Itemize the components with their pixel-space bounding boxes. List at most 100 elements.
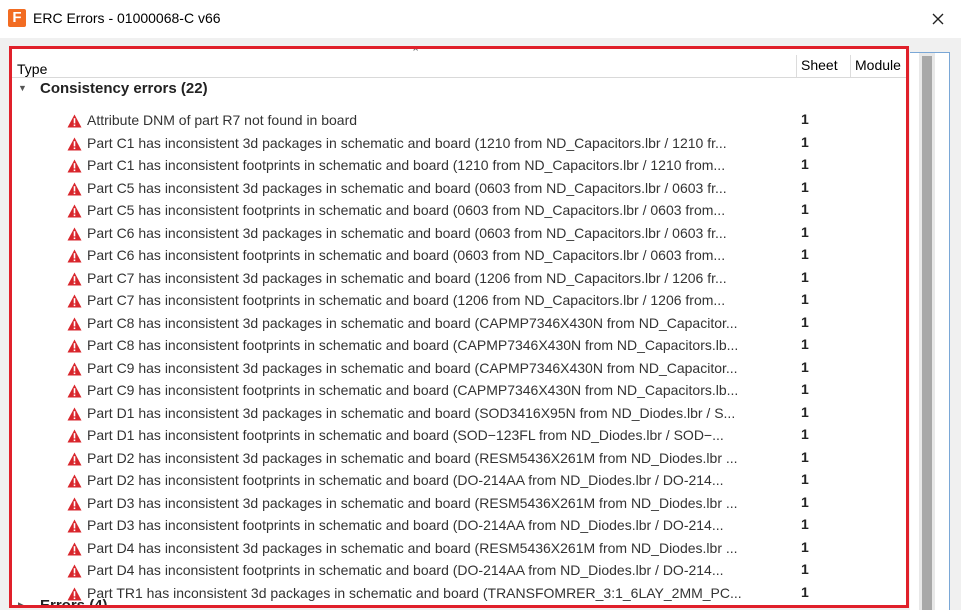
warning-triangle-icon bbox=[67, 519, 82, 533]
error-row[interactable]: Part C8 has inconsistent footprints in s… bbox=[12, 336, 906, 359]
warning-triangle-icon bbox=[67, 564, 82, 578]
error-sheet: 1 bbox=[801, 516, 809, 532]
group-errors[interactable]: ▶ Errors (4) bbox=[12, 596, 906, 608]
close-icon bbox=[932, 13, 944, 25]
title-bar: F ERC Errors - 01000068-C v66 bbox=[0, 0, 961, 38]
error-sheet: 1 bbox=[801, 268, 809, 285]
error-row[interactable]: Part D2 has inconsistent 3d packages in … bbox=[12, 449, 906, 472]
error-message: Part D1 has inconsistent 3d packages in … bbox=[87, 404, 736, 421]
sort-caret-icon: ⌃ bbox=[411, 47, 421, 59]
error-row[interactable]: Part D1 has inconsistent footprints in s… bbox=[12, 426, 906, 449]
warning-triangle-icon bbox=[67, 227, 82, 240]
error-message: Part C5 has inconsistent 3d packages in … bbox=[87, 179, 727, 196]
error-row[interactable]: Part C7 has inconsistent footprints in s… bbox=[12, 291, 906, 314]
error-message: Part C8 has inconsistent 3d packages in … bbox=[87, 314, 738, 331]
warning-triangle-icon bbox=[67, 114, 82, 128]
error-message: Part D2 has inconsistent footprints in s… bbox=[87, 472, 724, 488]
error-row[interactable]: Part C6 has inconsistent 3d packages in … bbox=[12, 224, 906, 247]
error-sheet: 1 bbox=[801, 426, 809, 442]
error-message: Part C6 has inconsistent footprints in s… bbox=[87, 247, 726, 263]
error-row[interactable]: Part D3 has inconsistent 3d packages in … bbox=[12, 494, 906, 517]
error-message: Part D2 has inconsistent 3d packages in … bbox=[87, 449, 738, 466]
error-message: Part C9 has inconsistent footprints in s… bbox=[87, 382, 739, 398]
error-row[interactable]: Part D1 has inconsistent 3d packages in … bbox=[12, 404, 906, 427]
tree-header: ⌃ Type Sheet Module bbox=[12, 49, 906, 78]
warning-triangle-icon bbox=[67, 452, 82, 465]
error-sheet: 1 bbox=[801, 246, 809, 262]
warning-triangle-icon bbox=[67, 407, 82, 420]
error-message: Part D1 has inconsistent footprints in s… bbox=[87, 427, 724, 443]
warning-triangle-icon bbox=[67, 272, 82, 285]
column-divider[interactable] bbox=[796, 55, 797, 77]
warning-triangle-icon bbox=[67, 497, 82, 510]
warning-triangle-icon bbox=[67, 204, 82, 218]
warning-triangle-icon bbox=[67, 339, 82, 353]
error-row[interactable]: Part C1 has inconsistent 3d packages in … bbox=[12, 134, 906, 157]
error-sheet: 1 bbox=[801, 538, 809, 555]
error-sheet: 1 bbox=[801, 493, 809, 510]
error-sheet: 1 bbox=[801, 336, 809, 352]
error-message: Part D4 has inconsistent footprints in s… bbox=[87, 562, 724, 578]
error-sheet: 1 bbox=[801, 358, 809, 375]
group-label: Errors (4) bbox=[40, 597, 108, 608]
column-header-sheet[interactable]: Sheet bbox=[801, 57, 838, 73]
column-header-module[interactable]: Module bbox=[855, 57, 901, 73]
column-header-type[interactable]: Type bbox=[17, 61, 47, 77]
error-sheet: 1 bbox=[801, 111, 809, 127]
error-message: Part D3 has inconsistent 3d packages in … bbox=[87, 494, 738, 511]
error-row[interactable]: Part C5 has inconsistent 3d packages in … bbox=[12, 179, 906, 202]
error-row[interactable]: Part D4 has inconsistent footprints in s… bbox=[12, 561, 906, 584]
warning-triangle-icon bbox=[67, 542, 82, 555]
triangle-right-icon[interactable]: ▶ bbox=[18, 600, 25, 605]
error-row[interactable]: Part C5 has inconsistent footprints in s… bbox=[12, 201, 906, 224]
warning-triangle-icon bbox=[67, 159, 82, 173]
warning-triangle-icon bbox=[67, 182, 82, 195]
close-button[interactable] bbox=[925, 6, 951, 32]
warning-triangle-icon bbox=[67, 137, 82, 150]
error-sheet: 1 bbox=[801, 133, 809, 150]
error-message: Part C9 has inconsistent 3d packages in … bbox=[87, 359, 738, 376]
error-row[interactable]: Part D3 has inconsistent footprints in s… bbox=[12, 516, 906, 539]
error-row[interactable]: Part D4 has inconsistent 3d packages in … bbox=[12, 539, 906, 562]
column-divider[interactable] bbox=[850, 55, 851, 77]
error-row[interactable]: Part C1 has inconsistent footprints in s… bbox=[12, 156, 906, 179]
warning-triangle-icon bbox=[67, 384, 82, 398]
error-message: Part D4 has inconsistent 3d packages in … bbox=[87, 539, 738, 556]
error-message: Attribute DNM of part R7 not found in bo… bbox=[87, 112, 358, 128]
error-row[interactable]: Part C9 has inconsistent 3d packages in … bbox=[12, 359, 906, 382]
error-row[interactable]: Attribute DNM of part R7 not found in bo… bbox=[12, 111, 906, 134]
error-row[interactable]: Part D2 has inconsistent footprints in s… bbox=[12, 471, 906, 494]
error-sheet: 1 bbox=[801, 201, 809, 217]
warning-triangle-icon bbox=[67, 317, 82, 330]
error-sheet: 1 bbox=[801, 291, 809, 307]
error-message: Part C1 has inconsistent footprints in s… bbox=[87, 157, 726, 173]
error-message: Part C6 has inconsistent 3d packages in … bbox=[87, 224, 727, 241]
warning-triangle-icon bbox=[67, 249, 82, 263]
error-message: Part C5 has inconsistent footprints in s… bbox=[87, 202, 726, 218]
error-row[interactable]: Part C8 has inconsistent 3d packages in … bbox=[12, 314, 906, 337]
error-sheet: 1 bbox=[801, 403, 809, 420]
error-sheet: 1 bbox=[801, 223, 809, 240]
error-message: Part C7 has inconsistent footprints in s… bbox=[87, 292, 726, 308]
error-row[interactable]: Part C7 has inconsistent 3d packages in … bbox=[12, 269, 906, 292]
erc-error-tree: ⌃ Type Sheet Module ▼ Consistency errors… bbox=[9, 46, 909, 608]
group-label: Consistency errors (22) bbox=[40, 80, 208, 97]
error-message: Part D3 has inconsistent footprints in s… bbox=[87, 517, 724, 533]
group-consistency-errors[interactable]: ▼ Consistency errors (22) bbox=[12, 79, 906, 101]
error-sheet: 1 bbox=[801, 561, 809, 577]
warning-triangle-icon bbox=[67, 362, 82, 375]
error-sheet: 1 bbox=[801, 381, 809, 397]
warning-triangle-icon bbox=[67, 294, 82, 308]
window-title: ERC Errors - 01000068-C v66 bbox=[33, 10, 221, 26]
scrollbar-thumb[interactable] bbox=[922, 56, 932, 610]
consistency-error-list: Attribute DNM of part R7 not found in bo… bbox=[12, 111, 906, 605]
warning-triangle-icon bbox=[67, 429, 82, 443]
error-sheet: 1 bbox=[801, 178, 809, 195]
error-message: Part C1 has inconsistent 3d packages in … bbox=[87, 134, 727, 151]
error-message: Part C8 has inconsistent footprints in s… bbox=[87, 337, 739, 353]
error-row[interactable]: Part C6 has inconsistent footprints in s… bbox=[12, 246, 906, 269]
error-row[interactable]: Part C9 has inconsistent footprints in s… bbox=[12, 381, 906, 404]
error-sheet: 1 bbox=[801, 448, 809, 465]
warning-triangle-icon bbox=[67, 474, 82, 488]
triangle-down-icon[interactable]: ▼ bbox=[18, 83, 27, 93]
